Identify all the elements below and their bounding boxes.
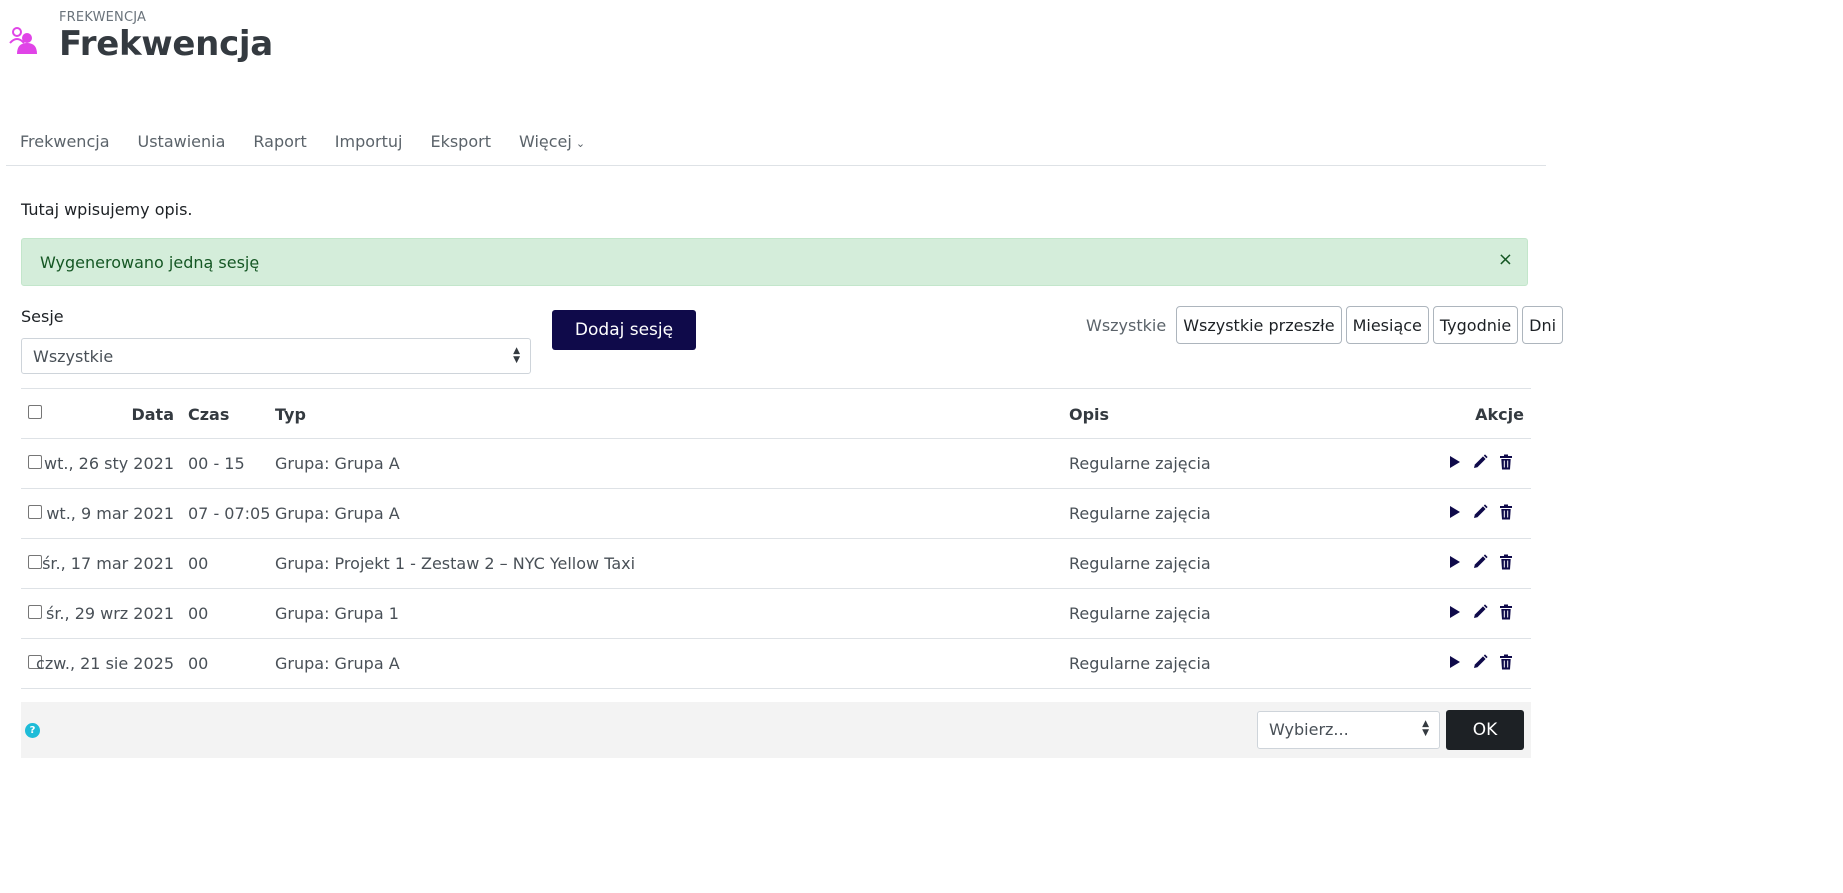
session-description: Regularne zajęcia xyxy=(1069,554,1211,573)
session-description: Regularne zajęcia xyxy=(1069,454,1211,473)
session-date: wt., 26 sty 2021 xyxy=(44,454,174,473)
alert-message: Wygenerowano jedną sesję xyxy=(40,253,260,272)
trash-icon[interactable] xyxy=(1497,653,1515,671)
row-actions xyxy=(1445,453,1515,471)
session-type: Grupa: Projekt 1 - Zestaw 2 – NYC Yellow… xyxy=(275,554,636,573)
play-icon[interactable] xyxy=(1445,603,1463,621)
header-time[interactable]: Czas xyxy=(188,405,229,424)
add-session-button[interactable]: Dodaj sesję xyxy=(552,310,696,350)
pencil-icon[interactable] xyxy=(1471,553,1489,571)
session-type: Grupa: Grupa 1 xyxy=(275,604,399,623)
tab-wiecej[interactable]: Więcej ⌄ xyxy=(505,128,599,165)
row-checkbox[interactable] xyxy=(28,555,42,569)
view-all-past-button[interactable]: Wszystkie przeszłe xyxy=(1176,306,1342,344)
tab-ustawienia[interactable]: Ustawienia xyxy=(124,128,240,165)
tab-importuj[interactable]: Importuj xyxy=(321,128,417,165)
play-icon[interactable] xyxy=(1445,503,1463,521)
session-description: Regularne zajęcia xyxy=(1069,504,1211,523)
row-actions xyxy=(1445,553,1515,571)
bulk-action-value: Wybierz... xyxy=(1269,720,1349,739)
row-actions xyxy=(1445,503,1515,521)
sessions-filter-label: Sesje xyxy=(21,307,64,326)
session-description: Regularne zajęcia xyxy=(1069,654,1211,673)
session-date: czw., 21 sie 2025 xyxy=(36,654,174,673)
session-time: 00 xyxy=(188,554,209,573)
table-row: wt., 26 sty 2021 00 - 15 Grupa: Grupa A Reg… xyxy=(21,439,1531,489)
sessions-filter-value: Wszystkie xyxy=(33,347,114,366)
select-arrows-icon: ▲ ▼ xyxy=(513,346,520,365)
header-description: Opis xyxy=(1069,405,1110,424)
table-header-row: Data Czas Typ Opis Akcje xyxy=(21,389,1531,439)
tab-frekwencja[interactable]: Frekwencja xyxy=(6,128,124,165)
session-type: Grupa: Grupa A xyxy=(275,454,400,473)
session-description: Regularne zajęcia xyxy=(1069,604,1211,623)
header-actions: Akcje xyxy=(1475,405,1524,424)
session-type: Grupa: Grupa A xyxy=(275,654,400,673)
play-icon[interactable] xyxy=(1445,553,1463,571)
header-date[interactable]: Data xyxy=(131,405,174,424)
session-type: Grupa: Grupa A xyxy=(275,504,400,523)
sessions-filter-select[interactable]: Wszystkie ▲ ▼ xyxy=(21,338,531,374)
attendance-people-icon xyxy=(9,27,37,54)
row-checkbox[interactable] xyxy=(28,455,42,469)
tab-raport[interactable]: Raport xyxy=(239,128,320,165)
success-alert: Wygenerowano jedną sesję × xyxy=(21,238,1528,286)
ok-button[interactable]: OK xyxy=(1446,710,1524,750)
session-time: 00 xyxy=(188,604,209,623)
help-icon[interactable]: ? xyxy=(25,723,40,738)
tab-wiecej-label: Więcej xyxy=(518,132,572,151)
trash-icon[interactable] xyxy=(1497,503,1515,521)
row-actions xyxy=(1445,603,1515,621)
play-icon[interactable] xyxy=(1445,453,1463,471)
select-all-checkbox[interactable] xyxy=(28,405,42,419)
tab-eksport[interactable]: Eksport xyxy=(416,128,505,165)
session-time: 07 - 07:05 xyxy=(188,504,271,523)
page-title: Frekwencja xyxy=(59,24,273,64)
pencil-icon[interactable] xyxy=(1471,503,1489,521)
view-current: Wszystkie xyxy=(1086,315,1167,335)
close-icon[interactable]: × xyxy=(1498,249,1513,270)
session-date: śr., 17 mar 2021 xyxy=(42,554,174,573)
row-checkbox[interactable] xyxy=(28,605,42,619)
bulk-actions-bar: ? Wybierz... ▲ ▼ OK xyxy=(21,702,1531,758)
row-checkbox[interactable] xyxy=(28,505,42,519)
page-pre-title: FREKWENCJA xyxy=(59,10,147,25)
row-actions xyxy=(1445,653,1515,671)
secondary-navigation: Frekwencja Ustawienia Raport Importuj Ek… xyxy=(6,128,1546,166)
sessions-table: Data Czas Typ Opis Akcje wt., 26 sty 202… xyxy=(21,388,1531,689)
view-weeks-button[interactable]: Tygodnie xyxy=(1432,306,1519,344)
table-row: wt., 9 mar 2021 07 - 07:05 Grupa: Grupa A R… xyxy=(21,489,1531,539)
session-date: śr., 29 wrz 2021 xyxy=(45,604,174,623)
table-row: śr., 17 mar 2021 00 Grupa: Projekt 1 - Zes… xyxy=(21,539,1531,589)
play-icon[interactable] xyxy=(1445,653,1463,671)
table-row: śr., 29 wrz 2021 00 Grupa: Grupa 1 Regularn… xyxy=(21,589,1531,639)
pencil-icon[interactable] xyxy=(1471,603,1489,621)
session-time: 00 xyxy=(188,654,209,673)
pencil-icon[interactable] xyxy=(1471,653,1489,671)
view-switcher: Wszystkie Wszystkie przeszłe Miesiące Ty… xyxy=(1086,306,1567,344)
session-time: 00 - 15 xyxy=(188,454,245,473)
select-arrows-icon: ▲ ▼ xyxy=(1422,719,1429,738)
activity-description: Tutaj wpisujemy opis. xyxy=(21,200,193,219)
trash-icon[interactable] xyxy=(1497,603,1515,621)
trash-icon[interactable] xyxy=(1497,453,1515,471)
table-row: czw., 21 sie 2025 00 Grupa: Grupa A Regular… xyxy=(21,639,1531,689)
view-days-button[interactable]: Dni xyxy=(1522,306,1564,344)
chevron-down-icon: ⌄ xyxy=(575,137,586,150)
view-months-button[interactable]: Miesiące xyxy=(1345,306,1429,344)
trash-icon[interactable] xyxy=(1497,553,1515,571)
pencil-icon[interactable] xyxy=(1471,453,1489,471)
bulk-action-select[interactable]: Wybierz... ▲ ▼ xyxy=(1257,711,1440,749)
header-type: Typ xyxy=(275,405,306,424)
session-date: wt., 9 mar 2021 xyxy=(46,504,174,523)
